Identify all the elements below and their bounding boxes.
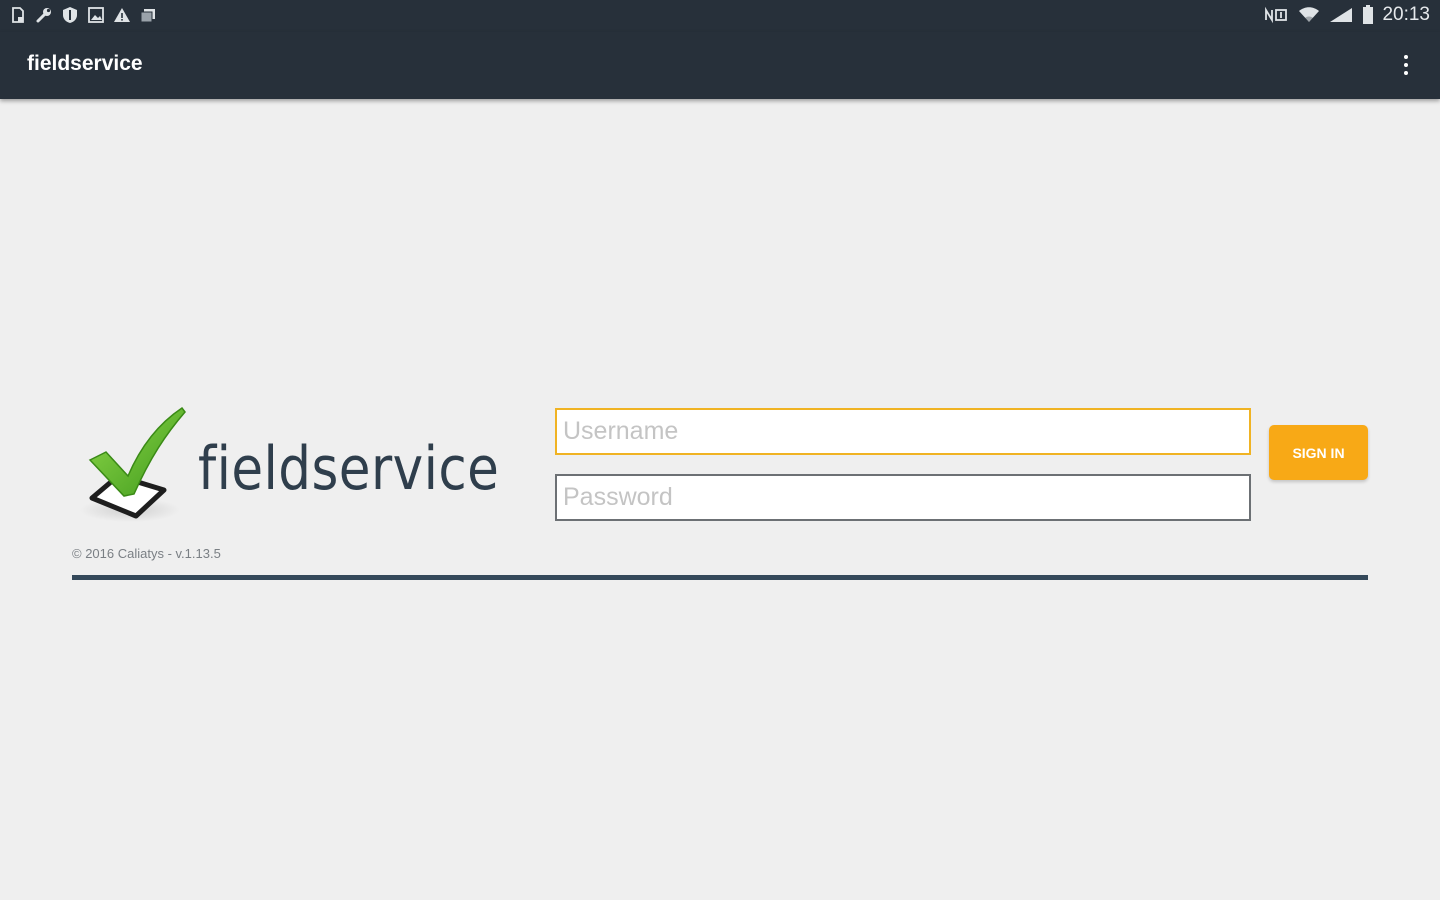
sign-in-button[interactable]: SIGN IN [1269, 425, 1368, 480]
app-title: fieldservice [27, 52, 143, 75]
nfc-icon [1264, 5, 1290, 25]
warning-icon [112, 5, 132, 25]
password-field[interactable] [555, 474, 1251, 521]
username-field[interactable] [555, 408, 1251, 455]
status-right-icons: 20:13 [1264, 4, 1430, 26]
battery-icon [1362, 5, 1374, 25]
image-icon [86, 5, 106, 25]
status-left-icons [8, 5, 158, 25]
app-logo: fieldservice [78, 400, 500, 530]
shield-icon [60, 5, 80, 25]
logo-wordmark: fieldservice [198, 434, 500, 504]
more-vert-icon[interactable] [1400, 52, 1412, 78]
gallery-icon [138, 5, 158, 25]
app-bar: fieldservice [0, 32, 1440, 99]
status-bar: 20:13 [0, 0, 1440, 32]
divider [72, 575, 1368, 580]
copyright-text: © 2016 Caliatys - v.1.13.5 [72, 546, 221, 561]
wifi-icon [1298, 5, 1320, 25]
status-time: 20:13 [1382, 4, 1430, 25]
checkmark-logo-icon [80, 406, 186, 522]
wrench-icon [34, 5, 54, 25]
sd-card-icon [8, 5, 28, 25]
signal-icon [1328, 5, 1354, 25]
